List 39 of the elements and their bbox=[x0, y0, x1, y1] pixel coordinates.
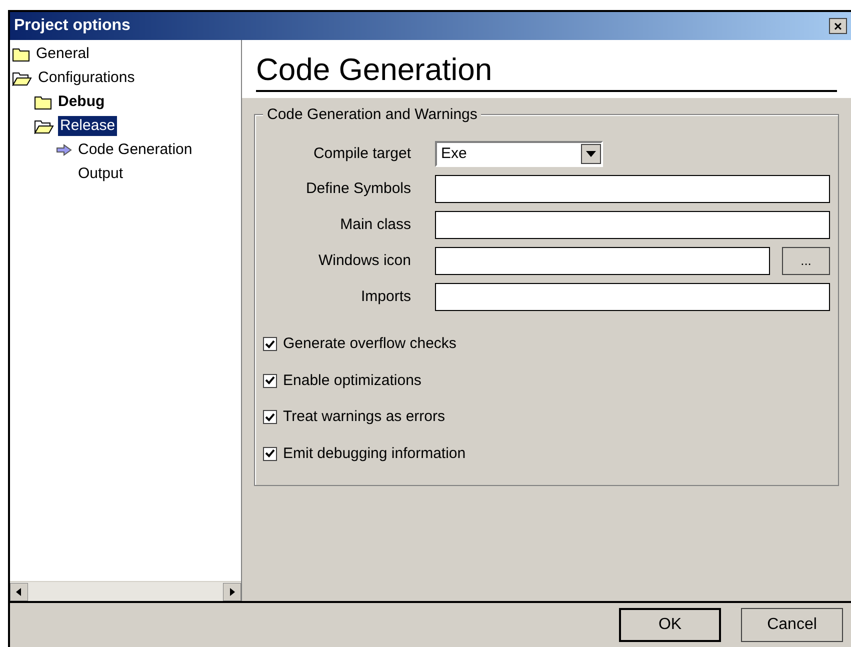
window-title: Project options bbox=[14, 16, 130, 36]
input-field[interactable] bbox=[435, 211, 830, 239]
input-field[interactable] bbox=[435, 283, 830, 311]
tree-item[interactable]: Release bbox=[58, 116, 118, 136]
field-label: Define Symbols bbox=[304, 178, 412, 199]
checkbox-label: Emit debugging information bbox=[283, 444, 466, 464]
page-heading: Code Generation bbox=[256, 52, 837, 92]
folder-icon bbox=[34, 94, 52, 110]
input-field[interactable] bbox=[435, 175, 830, 203]
horizontal-scrollbar[interactable] bbox=[10, 581, 241, 601]
compile-target-dropdown[interactable]: Exe bbox=[435, 141, 603, 167]
input-field[interactable] bbox=[435, 247, 770, 275]
field-label: Windows icon bbox=[317, 250, 412, 271]
browse-button[interactable]: ... bbox=[782, 247, 830, 275]
arrow-icon bbox=[56, 144, 72, 156]
scroll-left-icon[interactable] bbox=[10, 582, 28, 600]
checkbox[interactable] bbox=[263, 374, 277, 388]
tree-item[interactable]: Code Generation bbox=[76, 140, 194, 160]
tree-item[interactable]: General bbox=[34, 44, 92, 64]
field-label: Main class bbox=[339, 214, 412, 235]
tree-item[interactable]: Configurations bbox=[36, 68, 137, 88]
checkbox-label: Treat warnings as errors bbox=[283, 407, 445, 427]
checkbox-label: Enable optimizations bbox=[283, 370, 422, 390]
cancel-button[interactable]: Cancel bbox=[741, 608, 843, 642]
tree-item[interactable]: Debug bbox=[56, 92, 107, 112]
checkbox[interactable] bbox=[263, 337, 277, 352]
checkbox[interactable] bbox=[263, 446, 277, 461]
field-label: Imports bbox=[360, 286, 412, 307]
scroll-right-icon[interactable] bbox=[223, 582, 241, 600]
caret-icon bbox=[586, 151, 596, 157]
open-folder-icon bbox=[34, 118, 54, 134]
tree-item[interactable]: Output bbox=[76, 164, 126, 184]
checkbox[interactable] bbox=[263, 410, 277, 424]
close-button[interactable]: × bbox=[829, 18, 847, 34]
checkbox-label: Generate overflow checks bbox=[283, 334, 456, 354]
folder-icon bbox=[12, 46, 30, 62]
field-label: Compile target bbox=[312, 144, 412, 164]
group-title: Code Generation and Warnings bbox=[263, 105, 482, 125]
ok-button[interactable]: OK bbox=[619, 608, 721, 642]
